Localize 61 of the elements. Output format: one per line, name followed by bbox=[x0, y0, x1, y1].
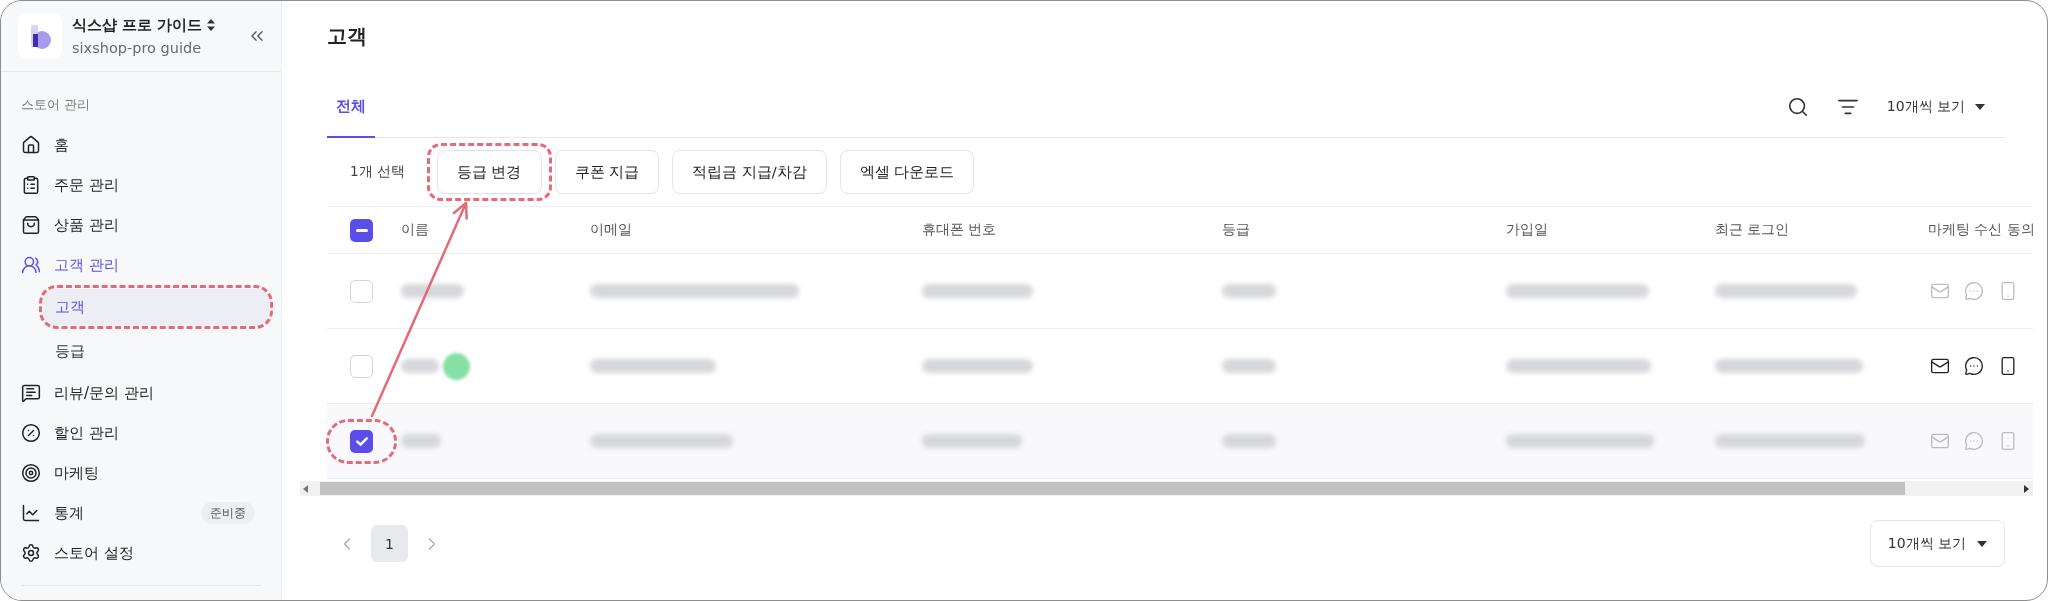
page-button[interactable]: 1 bbox=[371, 525, 408, 562]
row-checkbox[interactable] bbox=[350, 429, 373, 453]
column-header: 이름 bbox=[401, 221, 429, 239]
scroll-right-icon[interactable] bbox=[2024, 484, 2029, 493]
clipboard-icon bbox=[21, 175, 41, 195]
status-badge: 준비중 bbox=[201, 502, 255, 524]
section-label: 스토어 관리 bbox=[20, 96, 92, 114]
page-size-select[interactable]: 10개씩 보기 bbox=[1886, 97, 1985, 116]
column-header: 가입일 bbox=[1506, 221, 1548, 239]
action-button[interactable]: 엑셀 다운로드 bbox=[839, 150, 975, 194]
blurred-text bbox=[1222, 359, 1276, 373]
nav-item[interactable]: 상품 관리 bbox=[1, 205, 281, 245]
shopping-bag-icon bbox=[21, 215, 41, 235]
action-button[interactable]: 적립금 지급/차감 bbox=[672, 150, 827, 194]
nav-item[interactable]: 스토어 설정 bbox=[1, 533, 281, 573]
nav-subitem[interactable]: 등급 bbox=[43, 333, 269, 369]
action-button[interactable]: 등급 변경 bbox=[436, 150, 542, 194]
nav-item[interactable]: 마케팅 bbox=[1, 453, 281, 493]
logo-icon bbox=[18, 14, 62, 58]
percent-circle-icon bbox=[21, 423, 41, 443]
column-header: 등급 bbox=[1222, 221, 1250, 239]
nav-item[interactable]: 홈 bbox=[1, 125, 281, 165]
nav-item[interactable]: 통계 준비중 bbox=[1, 493, 281, 533]
select-all-checkbox[interactable] bbox=[350, 218, 373, 242]
nav-item[interactable]: 고객 관리 bbox=[1, 245, 281, 285]
blurred-text bbox=[1222, 434, 1276, 448]
page-title: 고객 bbox=[327, 23, 368, 50]
users-icon bbox=[21, 255, 41, 275]
caret-down-icon bbox=[1977, 540, 1987, 547]
page-size-select[interactable]: 10개씩 보기 bbox=[1869, 520, 2005, 567]
nav-item[interactable]: 주문 관리 bbox=[1, 165, 281, 205]
action-button[interactable]: 쿠폰 지급 bbox=[554, 150, 660, 194]
nav-item[interactable]: 할인 관리 bbox=[1, 413, 281, 453]
tab[interactable]: 전체 bbox=[327, 76, 375, 138]
column-header: 이메일 bbox=[590, 221, 632, 239]
minus-icon bbox=[355, 228, 368, 232]
column-header: 휴대폰 번호 bbox=[922, 221, 997, 239]
column-header: 최근 로그인 bbox=[1715, 221, 1790, 239]
blurred-text bbox=[1222, 284, 1276, 298]
blurred-text bbox=[401, 284, 464, 298]
horizontal-scrollbar[interactable] bbox=[300, 481, 2033, 496]
row-checkbox[interactable] bbox=[350, 354, 373, 378]
column-header: 마케팅 수신 동의 bbox=[1928, 221, 2035, 239]
row-checkbox[interactable] bbox=[350, 279, 373, 303]
store-subtitle: sixshop-pro guide bbox=[72, 38, 203, 58]
store-name: 식스샵 프로 가이드 bbox=[72, 14, 203, 35]
nav-item[interactable]: 리뷰/문의 관리 bbox=[1, 373, 281, 413]
nav-subitem[interactable]: 고객 bbox=[43, 289, 269, 325]
selection-count: 1개 선택 bbox=[350, 163, 405, 181]
blurred-text bbox=[401, 359, 439, 373]
scroll-left-icon[interactable] bbox=[303, 484, 308, 493]
blurred-text bbox=[401, 434, 441, 448]
settings-icon bbox=[21, 543, 41, 563]
house-icon bbox=[21, 135, 41, 155]
line-chart-icon bbox=[21, 503, 41, 523]
search-icon[interactable] bbox=[1786, 95, 1809, 118]
caret-down-icon bbox=[1975, 103, 1985, 110]
target-icon bbox=[21, 463, 41, 483]
sort-caret-icon[interactable] bbox=[207, 18, 216, 31]
checkmark-icon bbox=[355, 436, 368, 446]
scrollbar-thumb[interactable] bbox=[320, 482, 1905, 495]
